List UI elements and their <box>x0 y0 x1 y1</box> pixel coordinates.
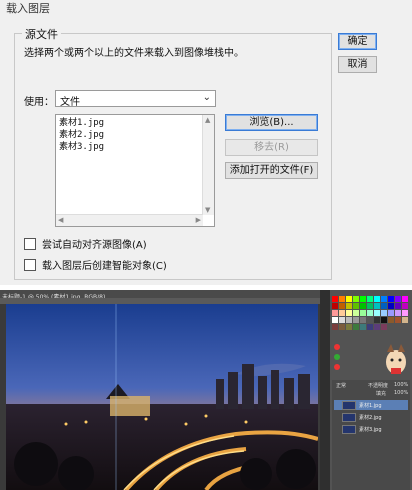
use-select-value: 文件 <box>60 97 80 108</box>
blend-mode-label[interactable]: 正常 <box>336 382 346 389</box>
horizontal-scrollbar[interactable]: ◀ ▶ <box>56 214 203 226</box>
layer-thumbnail <box>342 424 356 434</box>
file-listbox[interactable]: 素材1.jpg 素材2.jpg 素材3.jpg ▲ ▼ ◀ ▶ <box>55 114 215 227</box>
layers-panel: 正常 不透明度 100% 填充 100% 素材1.jpg 素材2.jpg 素材3… <box>332 380 410 490</box>
browse-button[interactable]: 浏览(B)... <box>225 114 318 131</box>
group-title: 源文件 <box>22 26 61 42</box>
vertical-scrollbar[interactable]: ▲ ▼ <box>202 115 214 215</box>
ok-button[interactable]: 确定 <box>338 33 377 50</box>
swatches-panel[interactable] <box>332 296 408 336</box>
description-text: 选择两个或两个以上的文件来载入到图像堆栈中。 <box>24 48 244 59</box>
dialog-title: 载入图层 <box>6 2 50 15</box>
layer-row[interactable]: 素材3.jpg <box>334 424 408 434</box>
use-select[interactable]: 文件 ⌄ <box>55 90 216 108</box>
chevron-down-icon: ⌄ <box>202 92 211 103</box>
scroll-right-icon[interactable]: ▶ <box>196 216 201 224</box>
auto-align-checkbox[interactable]: 尝试自动对齐源图像(A) <box>24 236 147 251</box>
city-night-image <box>6 304 318 490</box>
layer-thumbnail <box>342 400 356 410</box>
panel-icons <box>332 342 342 372</box>
scroll-down-icon[interactable]: ▼ <box>205 206 210 214</box>
photoshop-workspace: 未标题-1 @ 50% (素材1.jpg, RGB/8) <box>0 290 412 490</box>
layer-row[interactable]: 素材2.jpg <box>334 412 408 422</box>
list-item[interactable]: 素材3.jpg <box>56 141 104 153</box>
smart-object-label: 载入图层后创建智能对象(C) <box>42 261 167 272</box>
panel-icon-strip[interactable] <box>320 290 330 490</box>
adjustment-icon[interactable] <box>332 342 342 372</box>
load-layers-dialog: 载入图层 源文件 选择两个或两个以上的文件来载入到图像堆栈中。 使用： 文件 ⌄… <box>0 0 412 285</box>
auto-align-label: 尝试自动对齐源图像(A) <box>42 240 147 251</box>
layer-row[interactable]: 素材1.jpg <box>334 400 408 410</box>
checkbox-box[interactable] <box>24 258 36 271</box>
fill-label: 填充 <box>376 391 387 397</box>
list-item[interactable]: 素材1.jpg <box>56 117 104 129</box>
layer-name: 素材3.jpg <box>359 426 382 433</box>
add-open-files-button[interactable]: 添加打开的文件(F) <box>225 162 318 179</box>
smart-object-checkbox[interactable]: 载入图层后创建智能对象(C) <box>24 257 167 272</box>
cancel-button[interactable]: 取消 <box>338 56 377 73</box>
fill-value[interactable]: 100% <box>394 390 408 396</box>
canvas-image[interactable] <box>6 304 318 490</box>
layer-thumbnail <box>342 412 356 422</box>
mascot-sticker-icon <box>386 344 406 374</box>
right-panels: 正常 不透明度 100% 填充 100% 素材1.jpg 素材2.jpg 素材3… <box>330 290 412 490</box>
layer-name: 素材2.jpg <box>359 414 382 421</box>
checkbox-box[interactable] <box>24 237 36 250</box>
scroll-left-icon[interactable]: ◀ <box>58 216 63 224</box>
remove-button[interactable]: 移去(R) <box>225 139 318 156</box>
list-item[interactable]: 素材2.jpg <box>56 129 104 141</box>
opacity-value[interactable]: 100% <box>394 382 408 388</box>
opacity-label: 不透明度 <box>368 383 389 389</box>
layer-name: 素材1.jpg <box>359 402 382 409</box>
scroll-up-icon[interactable]: ▲ <box>205 116 210 124</box>
use-label: 使用： <box>24 97 54 108</box>
